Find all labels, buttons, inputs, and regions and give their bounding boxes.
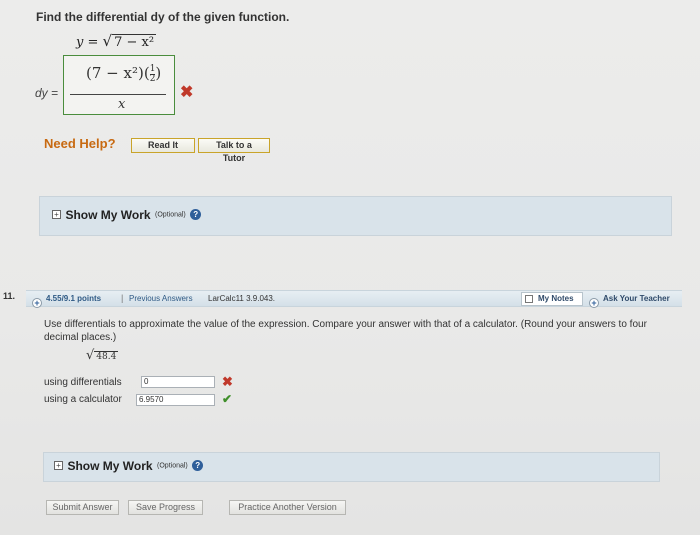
show-work-label[interactable]: Show My Work xyxy=(65,208,150,222)
question-prompt: Use differentials to approximate the val… xyxy=(44,319,647,343)
fraction-bar xyxy=(70,94,166,95)
dy-label: dy = xyxy=(35,86,59,100)
calculator-input[interactable]: 6.9570 xyxy=(136,394,215,406)
previous-answers-link[interactable]: Previous Answers xyxy=(129,294,193,303)
help-icon[interactable]: ? xyxy=(192,460,204,472)
function-radicand: 7 − x² xyxy=(112,34,157,50)
show-work-toggle[interactable]: + Show My Work (Optional) ? xyxy=(52,206,202,224)
function-expression: y = √ 7 − x² xyxy=(76,32,157,50)
answer-base: (7 − x²) xyxy=(86,64,144,82)
separator: | xyxy=(121,293,124,303)
optional-label: (Optional) xyxy=(157,462,188,470)
differentials-label: using differentials xyxy=(44,377,122,388)
help-icon[interactable]: ? xyxy=(190,209,202,221)
problem-id: LarCalc11 3.9.043. xyxy=(208,294,276,303)
need-help-label: Need Help? xyxy=(44,136,116,151)
correct-icon: ✔ xyxy=(222,392,233,406)
expand-icon[interactable]: + xyxy=(52,210,61,220)
radical-expression: √ 48.4 xyxy=(86,348,119,363)
answer-numerator: (7 − x²)(1 2) xyxy=(86,63,162,84)
optional-label: (Optional) xyxy=(155,211,186,219)
question-prompt: Find the differential dy of the given fu… xyxy=(36,10,290,24)
question-number: 11. xyxy=(3,291,16,301)
answer-denominator: x xyxy=(118,97,126,112)
calculator-label: using a calculator xyxy=(44,394,122,405)
radicand: 48.4 xyxy=(94,351,119,362)
differentials-input[interactable]: 0 xyxy=(141,376,215,388)
question-header-bar xyxy=(26,290,682,307)
talk-to-tutor-button[interactable]: Talk to a Tutor xyxy=(198,138,270,163)
read-it-button[interactable]: Read It xyxy=(131,138,195,153)
radical-symbol: √ xyxy=(102,32,113,50)
show-work-label[interactable]: Show My Work xyxy=(67,459,152,473)
incorrect-icon: ✖ xyxy=(222,374,233,389)
function-lhs: y = xyxy=(76,35,99,50)
expand-icon[interactable]: + xyxy=(54,461,63,471)
save-progress-button[interactable]: Save Progress xyxy=(128,500,203,515)
show-work-toggle[interactable]: + Show My Work (Optional) ? xyxy=(54,457,204,475)
ask-teacher-link[interactable]: Ask Your Teacher xyxy=(589,294,670,303)
expand-question-icon[interactable]: + xyxy=(32,293,42,311)
incorrect-icon: ✖ xyxy=(180,84,194,101)
notes-checkbox-icon[interactable] xyxy=(525,295,533,303)
submit-answer-button[interactable]: Submit Answer xyxy=(46,500,119,515)
practice-another-version-button[interactable]: Practice Another Version xyxy=(229,500,346,515)
points-label: 4.55/9.1 points xyxy=(46,294,102,303)
